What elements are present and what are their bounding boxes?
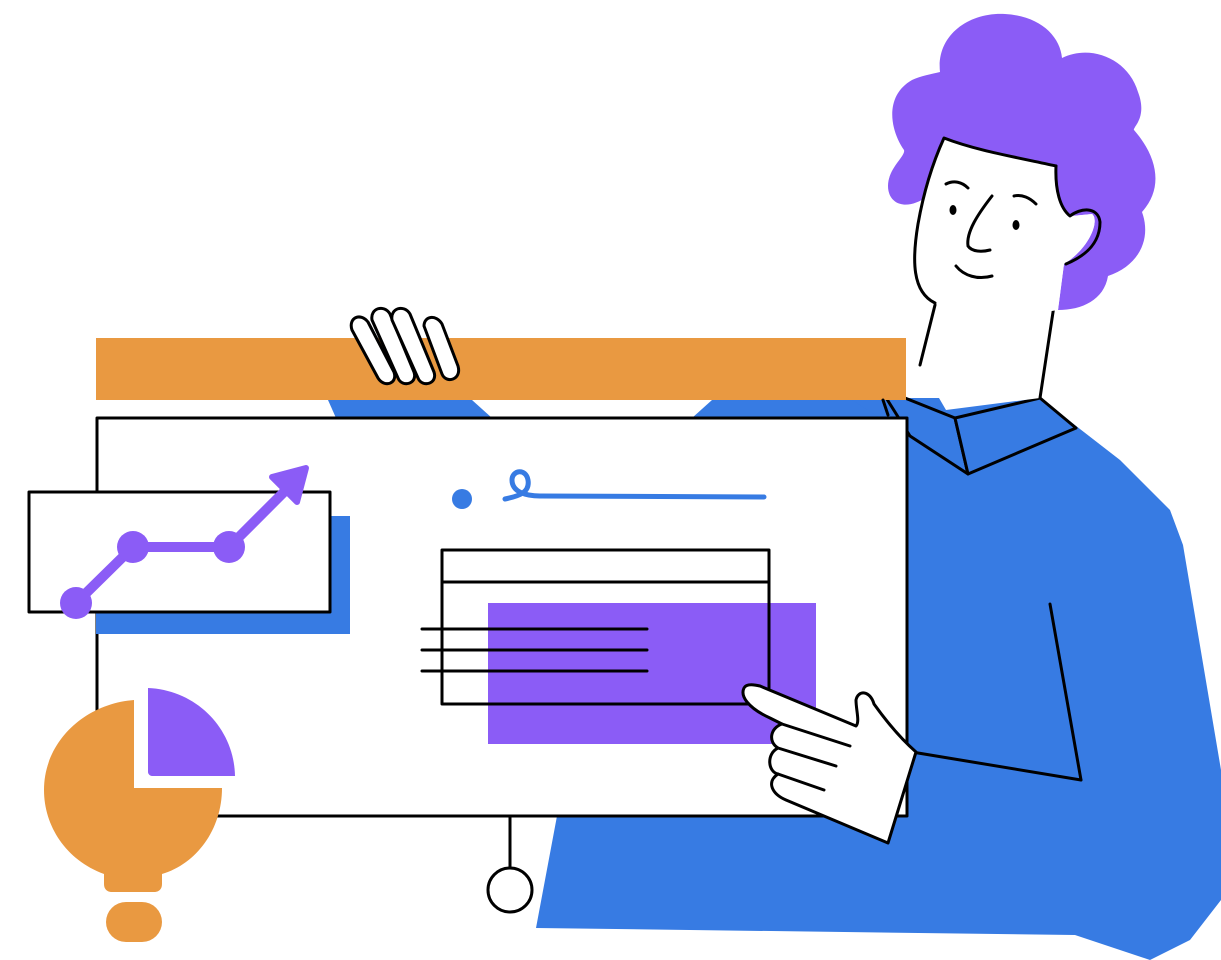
- stand-leg-left: [328, 400, 492, 418]
- heading-bullet: [452, 489, 472, 509]
- whiteboard-top-bar: [96, 338, 906, 400]
- presentation-illustration: [27, 13, 1221, 960]
- bulb-base: [106, 902, 162, 942]
- right-eye: [1012, 220, 1020, 230]
- stand-leg-right: [692, 400, 880, 418]
- trend-point-3: [213, 531, 245, 563]
- left-eye: [949, 205, 957, 215]
- trend-point-2: [117, 531, 149, 563]
- table-highlight: [488, 603, 816, 744]
- stand-knob: [486, 866, 534, 914]
- person-head: [888, 13, 1156, 315]
- trend-point-1: [60, 587, 92, 619]
- line-chart-card: [27, 465, 350, 634]
